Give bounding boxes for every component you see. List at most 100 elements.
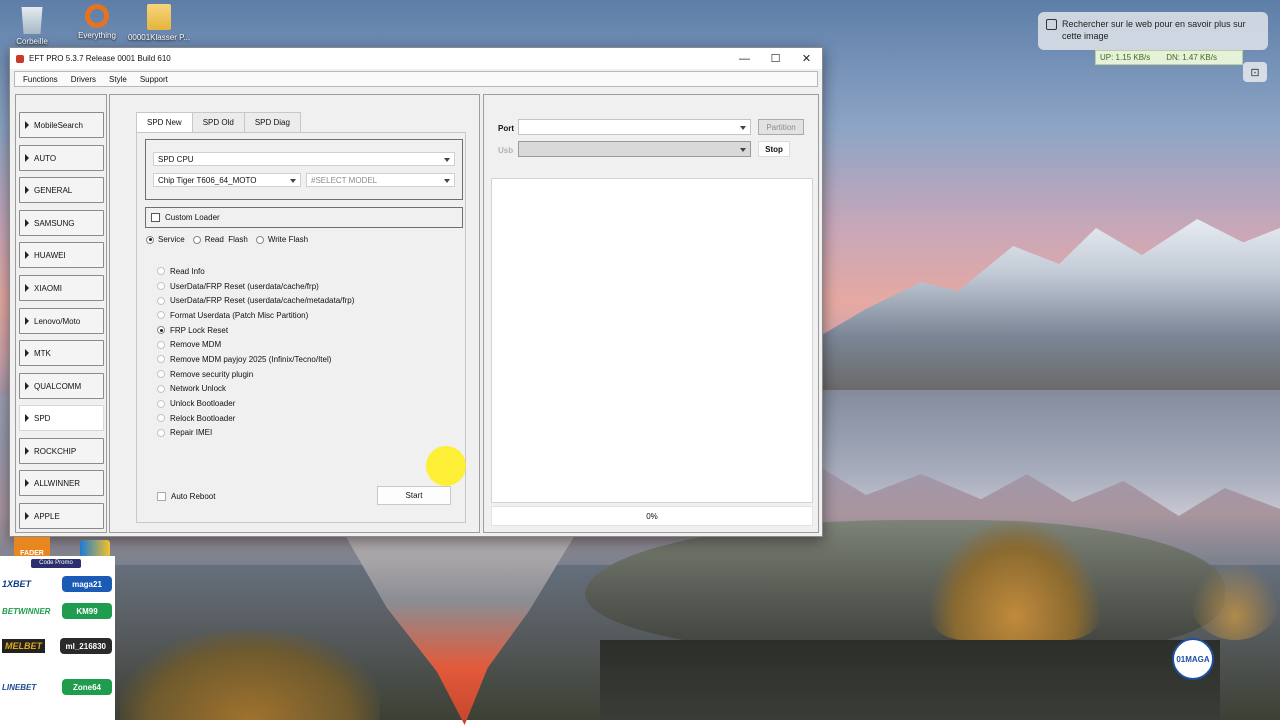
op-label: Relock Bootloader [170,413,236,423]
tab-content: SPD CPU Chip Tiger T606_64_MOTO #SELECT … [136,132,466,523]
folder-desktop-icon[interactable]: 00001Klasser P... [124,4,194,42]
checkbox-box [157,492,166,501]
partition-button[interactable]: Partition [758,119,804,135]
download-speed: DN: 1.47 KB/s [1166,53,1217,62]
usb-select[interactable] [518,141,751,157]
close-button[interactable]: ✕ [791,48,822,69]
op-label: Remove MDM [170,340,222,350]
op-format-userdata[interactable]: Format Userdata (Patch Misc Partition) [157,308,354,323]
mode-label: Write Flash [267,235,309,244]
menu-bar: Functions Drivers Style Support [14,71,818,87]
menu-drivers[interactable]: Drivers [71,75,96,84]
sidebar-item-mtk[interactable]: MTK [19,340,104,366]
sidebar-item-spd[interactable]: SPD [19,405,104,431]
expand-triangle-icon [25,154,29,162]
model-select[interactable]: #SELECT MODEL [306,173,455,187]
stop-button[interactable]: Stop [758,141,790,157]
sidebar-item-general[interactable]: GENERAL [19,177,104,203]
web-search-hint[interactable]: Rechercher sur le web pour en savoir plu… [1038,12,1268,50]
auto-reboot-checkbox[interactable]: Auto Reboot [157,492,215,501]
promo-brand: 1XBET [2,579,32,589]
tab-spd-diag[interactable]: SPD Diag [243,112,301,132]
op-userdata-frp-reset[interactable]: UserData/FRP Reset (userdata/cache/frp) [157,279,354,294]
op-remove-security-plugin[interactable]: Remove security plugin [157,367,354,382]
promo-row: BETWINNER KM99 [2,599,112,623]
cpu-select-value: SPD CPU [158,155,194,164]
everything-desktop-icon[interactable]: Everything [62,4,132,40]
expand-triangle-icon [25,414,29,422]
port-select[interactable] [518,119,751,135]
minimize-button[interactable]: — [729,48,760,69]
op-repair-imei[interactable]: Repair IMEI [157,426,354,441]
radio-read-flash[interactable] [192,235,201,244]
sidebar-item-mobilesearch[interactable]: MobileSearch [19,112,104,138]
recycle-bin-icon [21,7,43,34]
op-network-unlock[interactable]: Network Unlock [157,382,354,397]
tab-spd-old[interactable]: SPD Old [191,112,245,132]
promo-code: maga21 [62,576,112,592]
sidebar-item-rockchip[interactable]: ROCKCHIP [19,438,104,464]
menu-functions[interactable]: Functions [23,75,58,84]
sidebar-item-huawei[interactable]: HUAWEI [19,242,104,268]
sidebar-item-samsung[interactable]: SAMSUNG [19,210,104,236]
recycle-bin-desktop-icon[interactable]: Corbeille [0,4,67,46]
progress-bar: 0% [491,506,813,526]
radio-service[interactable] [146,235,154,244]
op-read-info[interactable]: Read Info [157,264,354,279]
chevron-down-icon [740,148,746,152]
maximize-button[interactable]: ☐ [760,48,791,69]
op-remove-mdm-payjoy[interactable]: Remove MDM payjoy 2025 (Infinix/Tecno/It… [157,352,354,367]
fader-app-icon[interactable]: FADER [14,537,50,557]
magnifier-icon [85,4,109,28]
operations-list: Read Info UserData/FRP Reset (userdata/c… [157,264,354,440]
custom-loader-checkbox[interactable]: Custom Loader [145,207,463,228]
lens-button[interactable]: ⊡ [1243,62,1267,82]
op-relock-bootloader[interactable]: Relock Bootloader [157,411,354,426]
menu-style[interactable]: Style [109,75,127,84]
menu-support[interactable]: Support [140,75,168,84]
start-button[interactable]: Start [377,486,451,505]
op-label: Network Unlock [170,384,227,394]
op-userdata-frp-reset-metadata[interactable]: UserData/FRP Reset (userdata/cache/metad… [157,293,354,308]
mountain-range [820,219,1280,390]
sidebar-item-allwinner[interactable]: ALLWINNER [19,470,104,496]
model-select-value: #SELECT MODEL [311,176,378,185]
op-unlock-bootloader[interactable]: Unlock Bootloader [157,396,354,411]
promo-code: KM99 [62,603,112,619]
sidebar-item-qualcomm[interactable]: QUALCOMM [19,373,104,399]
expand-triangle-icon [25,349,29,357]
folder-icon [147,4,171,30]
cpu-select[interactable]: SPD CPU [153,152,455,166]
expand-triangle-icon [25,317,29,325]
cpu-selection-group: SPD CPU Chip Tiger T606_64_MOTO #SELECT … [145,139,463,200]
chip-select[interactable]: Chip Tiger T606_64_MOTO [153,173,301,187]
op-frp-lock-reset[interactable]: FRP Lock Reset [157,323,354,338]
cursor-highlight [426,446,466,486]
sidebar-item-auto[interactable]: AUTO [19,145,104,171]
sidebar-item-lenovo-moto[interactable]: Lenovo/Moto [19,308,104,334]
sidebar-item-label: QUALCOMM [34,381,82,391]
network-speed-widget: UP: 1.15 KB/s DN: 1.47 KB/s [1095,50,1243,65]
sidebar-item-xiaomi[interactable]: XIAOMI [19,275,104,301]
sidebar-item-label: Lenovo/Moto [34,316,81,326]
radio-write-flash[interactable] [255,235,264,244]
tab-spd-new[interactable]: SPD New [136,112,193,132]
mode-label: Read Flash [204,235,248,244]
op-label: Unlock Bootloader [170,399,236,409]
chevron-down-icon [740,126,746,130]
sidebar-item-label: ROCKCHIP [34,446,77,456]
op-remove-mdm[interactable]: Remove MDM [157,337,354,352]
radio-button [157,384,165,393]
mode-label: Service [158,235,185,244]
sidebar-item-apple[interactable]: APPLE [19,503,104,529]
port-label: Port [498,124,514,133]
promo-code: ml_216830 [59,638,112,654]
op-label: Format Userdata (Patch Misc Partition) [170,310,309,320]
chevron-down-icon [290,179,296,183]
sidebar-item-label: SAMSUNG [34,218,75,228]
title-bar[interactable]: EFT PRO 5.3.7 Release 0001 Build 610 — ☐… [10,48,822,69]
radio-button [157,296,165,305]
log-output[interactable] [491,178,813,503]
radio-button [157,340,165,349]
promo-brand: MELBET [2,639,45,653]
